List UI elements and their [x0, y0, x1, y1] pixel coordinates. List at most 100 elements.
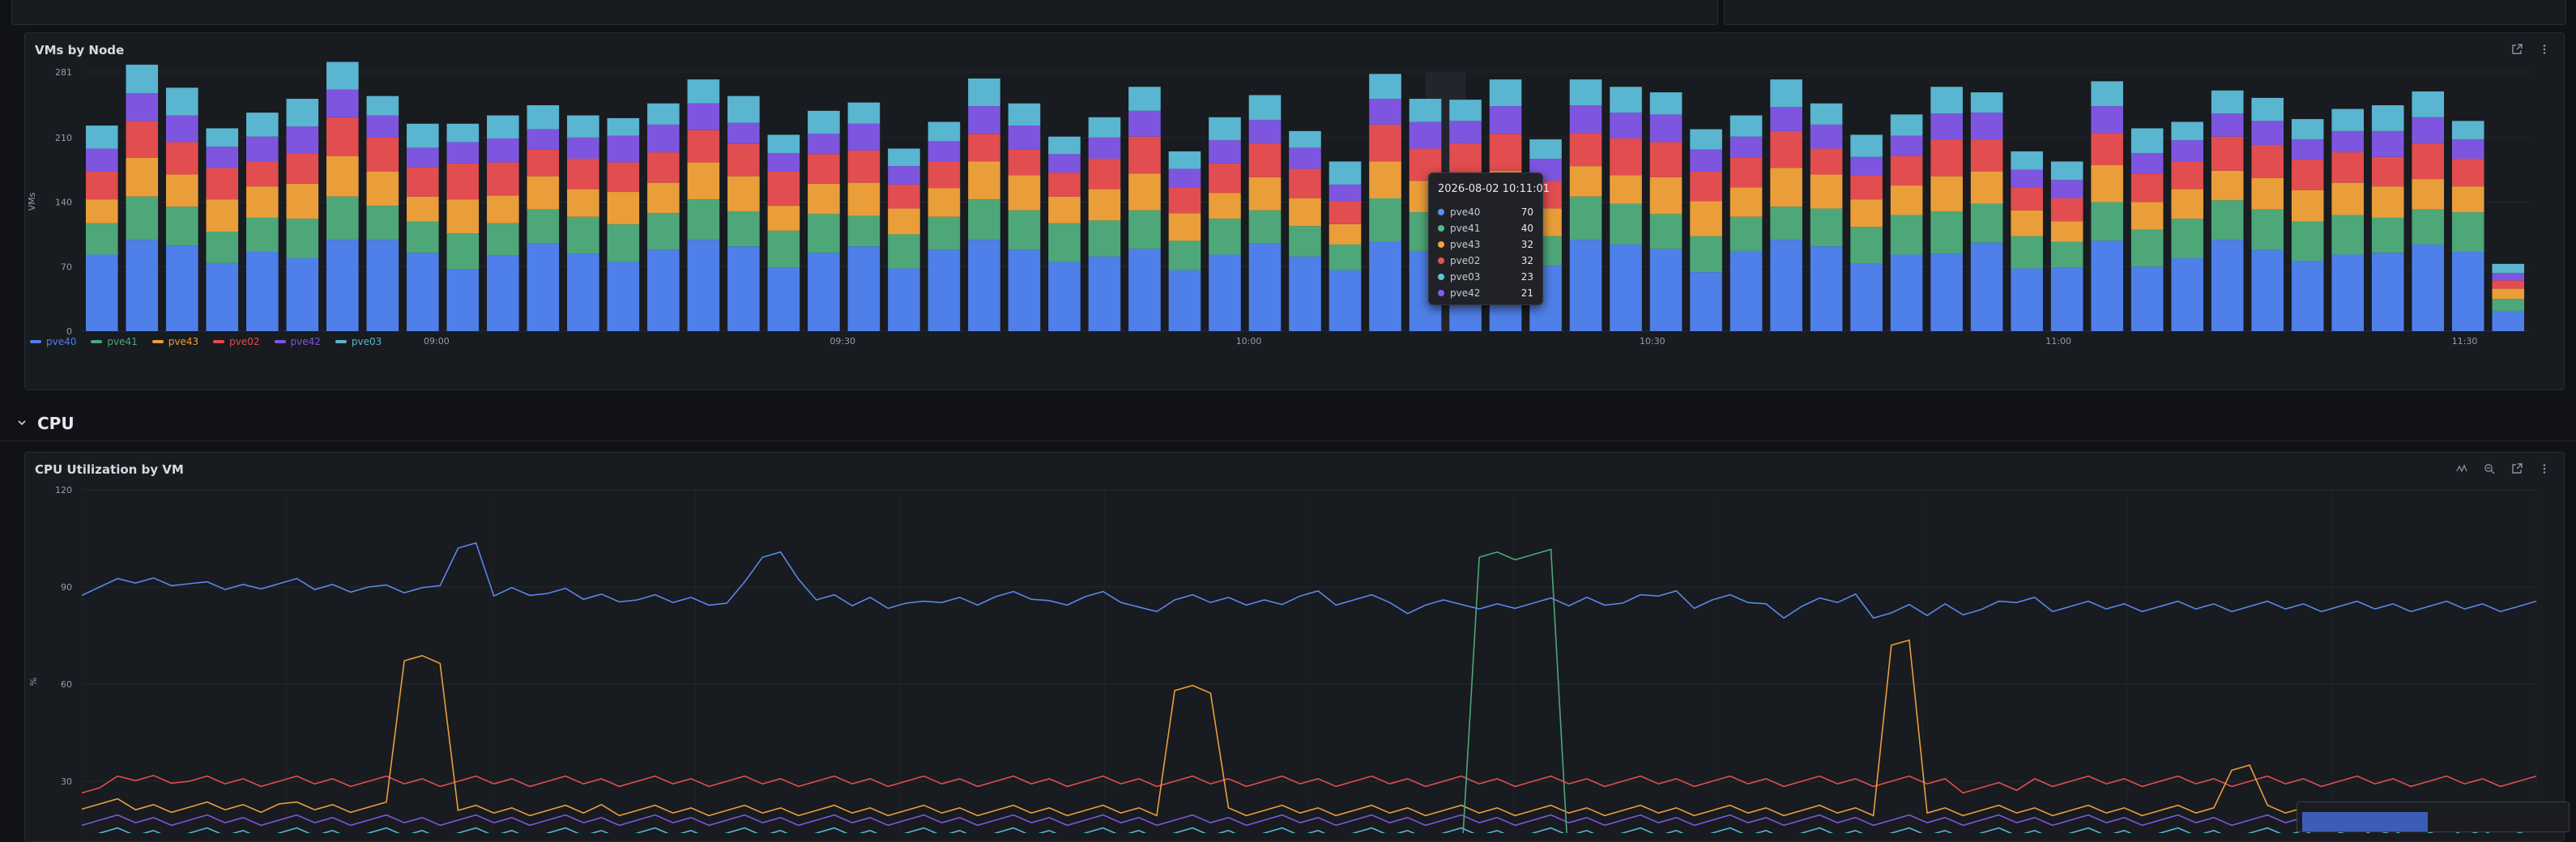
- y-tick-label: 120: [55, 485, 72, 495]
- bar-segment-pve41: [607, 223, 640, 262]
- bar-segment-pve43: [968, 161, 1000, 200]
- bar-segment-pve42: [446, 142, 480, 164]
- bar-segment-pve42: [245, 136, 279, 162]
- y-tick-label: 140: [55, 198, 72, 208]
- bar-segment-pve42: [1088, 137, 1121, 159]
- legend-swatch: [335, 340, 347, 343]
- legend-item[interactable]: pve40: [30, 336, 76, 347]
- bar-segment-pve41: [1890, 215, 1923, 255]
- bar-segment-pve41: [1970, 203, 2003, 243]
- bar-segment-pve42: [1970, 113, 2003, 140]
- bar-segment-pve02: [126, 121, 159, 158]
- bar-segment-pve03: [206, 128, 239, 147]
- bar-segment-pve40: [2011, 268, 2043, 331]
- row-header-cpu[interactable]: CPU: [16, 411, 75, 436]
- tooltip-dot: [1438, 290, 1444, 296]
- bar-segment-pve40: [487, 255, 519, 331]
- bar-segment-pve43: [847, 182, 881, 216]
- vms-bar-chart[interactable]: 070140210281VMs09:00 09:30 10:00 10:30 11:00…: [25, 33, 2564, 357]
- bar-segment-pve42: [2251, 121, 2284, 145]
- bar-segment-pve03: [527, 104, 560, 130]
- bar-segment-pve02: [1449, 142, 1482, 174]
- bar-segment-pve03: [2011, 151, 2043, 170]
- tooltip-dot: [1438, 274, 1444, 280]
- y-axis-label: %: [28, 678, 39, 686]
- bar-segment-pve03: [1529, 139, 1562, 159]
- x-tick-label: 10:30: [1640, 336, 1665, 347]
- bar-segment-pve02: [2211, 136, 2244, 171]
- bar-segment-pve41: [1209, 219, 1241, 255]
- bar-segment-pve41: [126, 196, 159, 240]
- bar-segment-pve43: [1850, 199, 1883, 228]
- bar-segment-pve42: [2091, 106, 2123, 134]
- bar-segment-pve42: [1610, 113, 1642, 138]
- bar-segment-pve41: [808, 214, 840, 253]
- bar-segment-pve43: [727, 176, 760, 211]
- bar-segment-pve43: [487, 195, 519, 223]
- legend-item[interactable]: pve03: [335, 336, 382, 347]
- bar-segment-pve42: [847, 123, 881, 151]
- bar-segment-pve03: [126, 64, 159, 94]
- bar-segment-pve03: [1409, 99, 1442, 122]
- bar-segment-pve03: [245, 113, 279, 137]
- bar-segment-pve02: [2011, 187, 2043, 210]
- bar-segment-pve02: [527, 149, 560, 176]
- bar-segment-pve43: [1810, 174, 1843, 209]
- bar-segment-pve41: [2371, 217, 2404, 253]
- bar-segment-pve02: [2171, 161, 2203, 189]
- bar-segment-pve02: [567, 159, 599, 189]
- bar-segment-pve43: [2371, 186, 2404, 218]
- bar-segment-pve02: [2050, 198, 2083, 222]
- legend-item[interactable]: pve41: [91, 336, 138, 347]
- bar-segment-pve02: [727, 143, 760, 176]
- bar-segment-pve43: [2050, 221, 2083, 242]
- bar-segment-pve43: [1289, 198, 1321, 227]
- bar-segment-pve41: [407, 221, 439, 253]
- bar-segment-pve42: [1850, 156, 1883, 176]
- bar-segment-pve40: [2130, 266, 2164, 331]
- bar-segment-pve43: [2211, 170, 2244, 201]
- tooltip-series-value: 70: [1520, 206, 1533, 218]
- bar-segment-pve41: [2050, 241, 2083, 268]
- bar-segment-pve41: [1729, 216, 1763, 251]
- bar-segment-pve03: [1649, 92, 1683, 115]
- bar-segment-pve03: [2171, 121, 2203, 141]
- bar-segment-pve40: [2091, 240, 2123, 331]
- bar-segment-pve02: [2492, 280, 2525, 289]
- bar-segment-pve41: [567, 216, 599, 254]
- bar-segment-pve40: [366, 240, 399, 331]
- legend-item[interactable]: pve02: [213, 336, 260, 347]
- bar-segment-pve40: [1569, 240, 1602, 331]
- bar-segment-pve42: [527, 129, 560, 150]
- chevron-down-icon[interactable]: [16, 416, 28, 432]
- bar-segment-pve41: [245, 217, 279, 253]
- mini-overview-panel[interactable]: [2297, 802, 2570, 832]
- bar-segment-pve43: [1128, 173, 1161, 210]
- bar-segment-pve40: [968, 240, 1000, 331]
- bar-segment-pve41: [1690, 236, 1722, 273]
- bar-segment-pve42: [1329, 184, 1362, 202]
- bar-segment-pve43: [527, 176, 560, 210]
- bar-segment-pve02: [2451, 159, 2484, 187]
- legend-item[interactable]: pve42: [274, 336, 321, 347]
- bar-segment-pve41: [2492, 299, 2525, 311]
- bar-segment-pve43: [1088, 189, 1121, 221]
- bar-segment-pve02: [767, 171, 800, 206]
- bar-segment-pve43: [407, 196, 439, 222]
- legend-item[interactable]: pve43: [151, 336, 198, 347]
- bar-segment-pve40: [1088, 256, 1121, 331]
- bar-segment-pve02: [487, 162, 519, 196]
- bar-segment-pve02: [407, 167, 439, 197]
- bar-segment-pve03: [1569, 79, 1602, 105]
- bar-segment-pve42: [2331, 130, 2365, 153]
- bar-segment-pve42: [2492, 273, 2525, 281]
- bar-segment-pve02: [286, 153, 319, 184]
- bar-segment-pve03: [407, 123, 439, 148]
- tooltip-title: 2026-08-02 10:11:01: [1438, 183, 1550, 195]
- bar-segment-pve43: [206, 199, 239, 232]
- bar-segment-pve40: [245, 252, 279, 331]
- bar-segment-pve02: [1329, 201, 1362, 224]
- bar-segment-pve02: [1088, 159, 1121, 189]
- bar-segment-pve40: [928, 249, 961, 331]
- cpu-line-chart[interactable]: 30 60 90 120%: [25, 453, 2564, 833]
